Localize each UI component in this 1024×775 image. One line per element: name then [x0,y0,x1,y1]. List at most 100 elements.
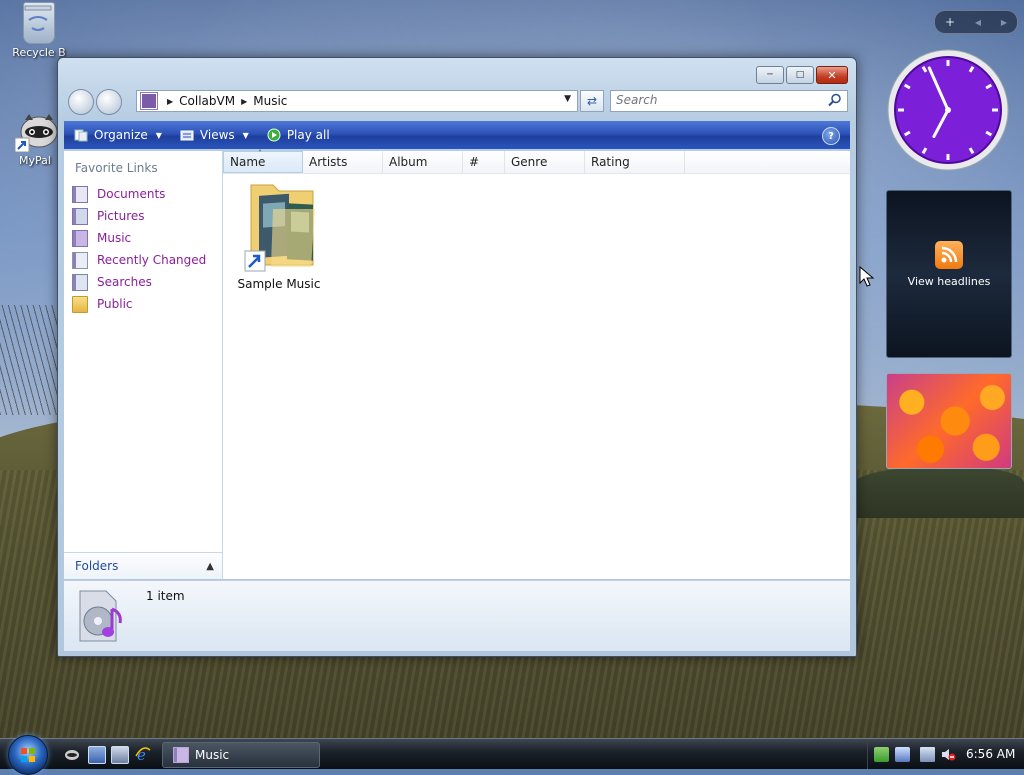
start-button[interactable] [8,735,48,775]
searches-icon [72,273,88,291]
column-label: Artists [309,155,348,169]
quicklaunch-mypal-icon[interactable] [64,746,80,762]
item-count: 1 item [146,589,185,603]
address-dropdown-icon[interactable]: ▼ [564,94,571,104]
file-item-sample-music[interactable]: Sample Music [235,179,323,291]
nav-link-label: Music [97,231,132,245]
column-header-rating[interactable]: Rating [585,151,685,173]
back-button[interactable] [68,89,94,115]
mypal-raccoon-icon [14,112,58,153]
pictures-icon [72,207,88,225]
breadcrumb-arrow-icon[interactable]: ▶ [167,97,173,106]
nav-link-label: Public [97,297,133,311]
clock-face-icon [887,49,1009,171]
network-icon[interactable] [920,746,935,762]
shortcut-folder-icon [243,179,315,272]
maximize-button[interactable]: □ [786,66,814,84]
slideshow-gadget[interactable] [886,373,1012,469]
navigation-pane: Favorite Links Documents Pictures Music … [64,151,223,579]
column-header-track-number[interactable]: # [463,151,505,173]
nav-link-label: Pictures [97,209,145,223]
views-icon [180,130,194,141]
forward-button[interactable] [96,89,122,115]
internet-explorer-icon[interactable]: e [135,746,151,764]
search-input[interactable] [611,91,816,109]
help-icon: ? [828,130,834,142]
clock-gadget[interactable] [886,48,1010,172]
nav-link-recently-changed[interactable]: Recently Changed [64,249,222,271]
documents-icon [72,185,88,203]
folders-toggle[interactable]: Folders ▲ [64,552,222,579]
search-box[interactable] [610,90,848,112]
chevron-down-icon: ▼ [242,130,249,140]
desktop-icon-recycle-bin[interactable]: Recycle B [4,2,74,59]
organize-icon [74,129,88,142]
breadcrumb-arrow-icon[interactable]: ▶ [241,97,247,106]
folders-label: Folders [75,559,119,573]
public-folder-icon [72,295,88,313]
add-gadget-button[interactable]: + [945,15,955,29]
wallpaper-trees [850,468,1024,518]
rss-feed-icon [935,241,963,269]
column-label: # [469,155,480,169]
taskbar: e Music 6:56 AM [0,735,1024,775]
taskbar-clock[interactable]: 6:56 AM [966,747,1015,761]
security-center-icon[interactable] [874,746,889,762]
recently-changed-icon [72,251,88,269]
details-pane: 1 item [64,580,850,651]
views-label: Views [199,128,235,142]
nav-link-label: Documents [97,187,166,201]
address-bar[interactable]: ▶ CollabVM ▶ Music ▼ [136,90,578,112]
view-headlines-link[interactable]: View headlines [887,275,1011,288]
mouse-cursor-icon [859,266,875,287]
nav-link-public[interactable]: Public [64,293,222,315]
nav-link-pictures[interactable]: Pictures [64,205,222,227]
system-tray: 6:56 AM [867,739,1024,769]
file-list-pane: ˄ Name Artists Album # Genre Rating Samp… [223,149,850,579]
update-icon[interactable] [895,746,910,762]
explorer-window: ─ □ ✕ ▶ CollabVM ▶ Music ▼ ⇄ Search Orga… [57,57,857,657]
minimize-button[interactable]: ─ [756,66,784,84]
help-button[interactable]: ? [822,127,840,145]
content-area: Favorite Links Documents Pictures Music … [64,149,850,579]
organize-label: Organize [94,128,148,142]
show-desktop-icon[interactable] [88,746,106,764]
refresh-button[interactable]: ⇄ [580,90,604,112]
play-icon [267,128,281,142]
favorite-links-heading: Favorite Links [75,161,158,175]
taskbar-button-label: Music [195,748,230,762]
command-toolbar: Organize ▼ Views ▼ Play all ? [64,121,850,149]
nav-link-label: Recently Changed [97,253,207,267]
window-controls: ─ □ ✕ [756,66,848,84]
column-header-name[interactable]: ˄ Name [223,149,303,173]
views-button[interactable]: Views ▼ [180,128,249,142]
volume-muted-icon[interactable] [941,747,956,762]
nav-link-music[interactable]: Music [64,227,222,249]
play-all-button[interactable]: Play all [267,128,330,142]
recycle-bin-icon [23,2,55,44]
search-icon[interactable] [828,93,842,107]
sort-ascending-icon: ˄ [258,149,262,158]
column-header-genre[interactable]: Genre [505,151,585,173]
column-label: Rating [591,155,630,169]
breadcrumb-music[interactable]: Music [253,94,287,108]
nav-link-documents[interactable]: Documents [64,183,222,205]
music-icon [72,229,88,247]
wallpaper-bare-tree [0,305,60,415]
column-header-album[interactable]: Album [383,151,463,173]
previous-gadgets-icon[interactable]: ◀ [975,18,981,27]
breadcrumb-collabvm[interactable]: CollabVM [179,94,235,108]
windows-logo-icon [21,748,35,762]
next-gadgets-icon[interactable]: ▶ [1001,18,1007,27]
switch-windows-icon[interactable] [111,746,129,764]
organize-button[interactable]: Organize ▼ [74,128,162,142]
taskbar-button-music[interactable]: Music [162,742,320,768]
feed-headlines-gadget[interactable]: View headlines [886,190,1012,358]
chevron-down-icon: ▼ [155,130,162,140]
nav-link-label: Searches [97,275,152,289]
music-library-icon [79,590,122,642]
nav-link-searches[interactable]: Searches [64,271,222,293]
column-header-artists[interactable]: Artists [303,151,383,173]
file-item-label: Sample Music [237,277,321,291]
close-button[interactable]: ✕ [816,66,848,84]
